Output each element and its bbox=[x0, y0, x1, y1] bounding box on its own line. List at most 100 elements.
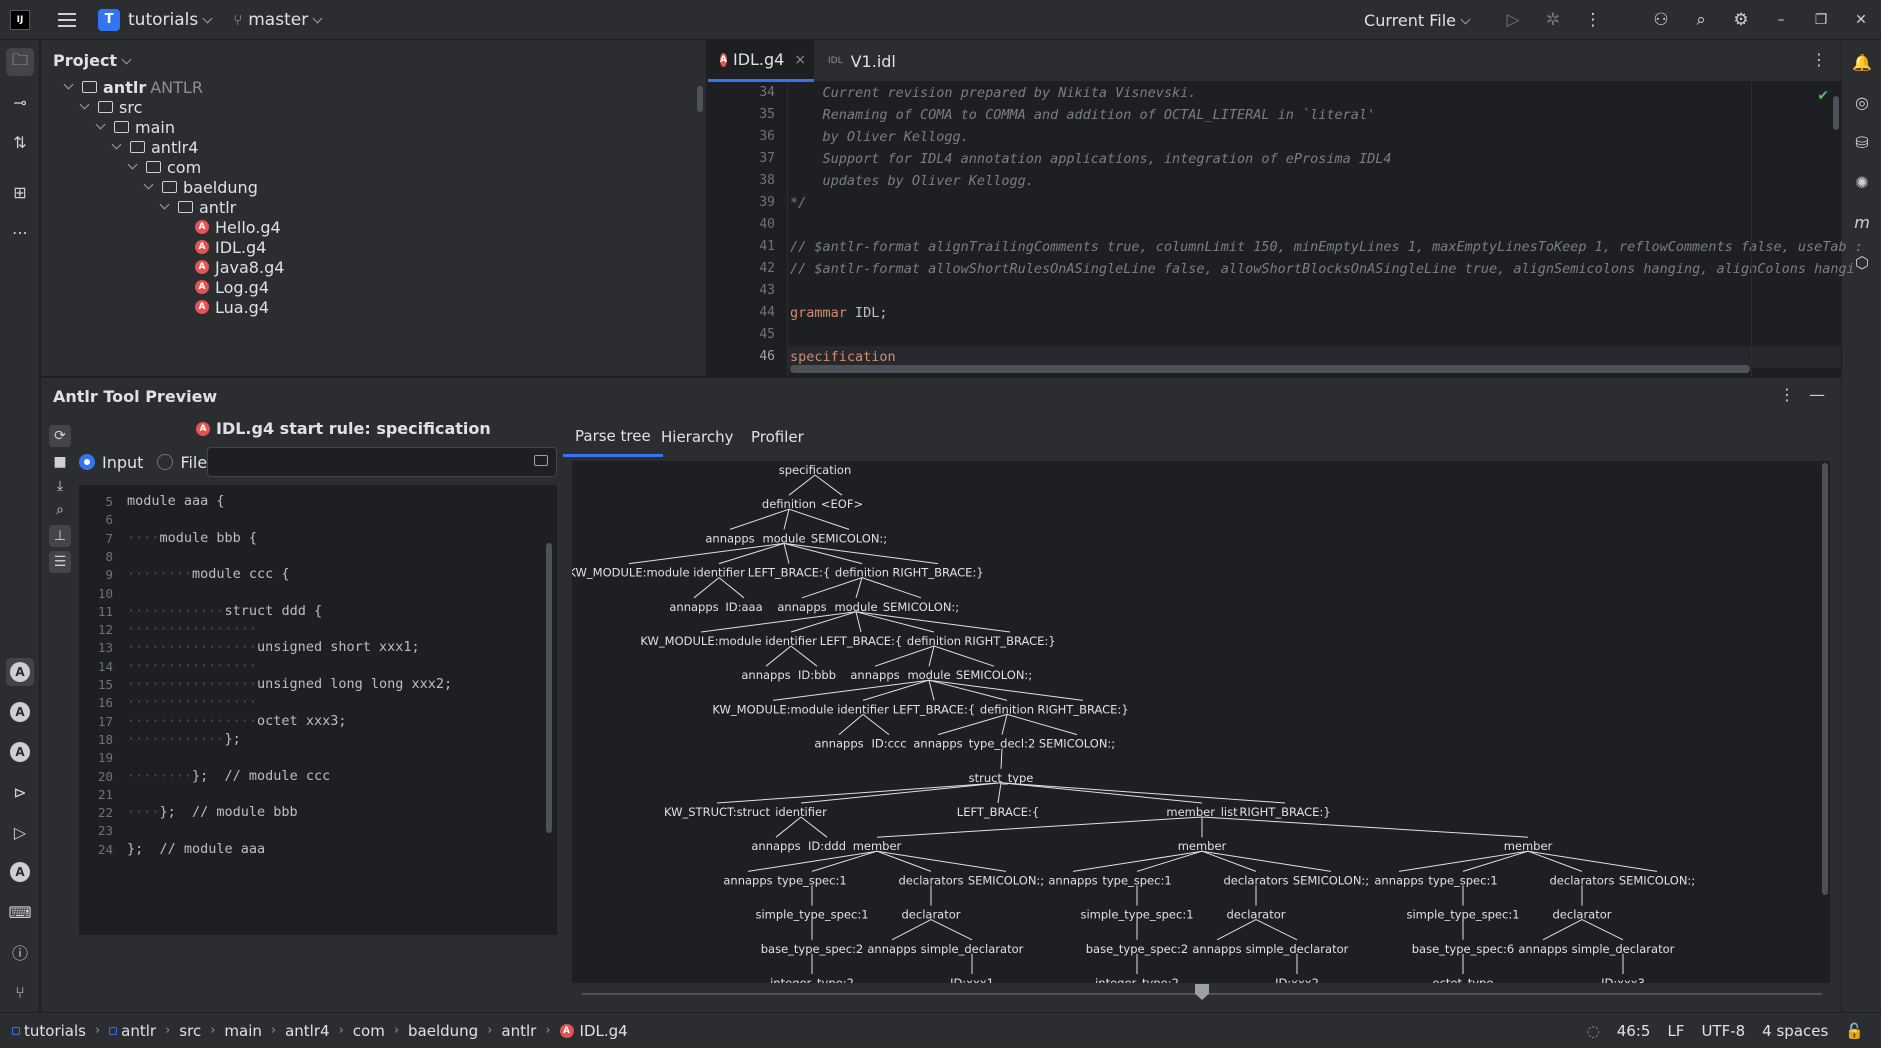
more-actions-icon[interactable]: ⋮ bbox=[1573, 10, 1613, 30]
caret-position[interactable]: 46:5 bbox=[1617, 1022, 1651, 1040]
tree-node[interactable]: RIGHT_BRACE:} bbox=[1037, 702, 1128, 716]
project-panel-title[interactable]: Project bbox=[53, 51, 132, 70]
antlr-preview-icon[interactable]: A bbox=[6, 658, 34, 686]
tree-node[interactable]: simple_type_spec:1 bbox=[755, 908, 868, 922]
editor-more-icon[interactable]: ⋮ bbox=[1811, 50, 1827, 69]
tree-node[interactable]: octet_type bbox=[1433, 976, 1494, 983]
tree-node[interactable]: identifier bbox=[765, 634, 817, 648]
tab-hierarchy[interactable]: Hierarchy bbox=[649, 417, 746, 457]
breadcrumb-item[interactable]: main bbox=[224, 1022, 261, 1040]
breadcrumb-item[interactable]: A IDL.g4 bbox=[559, 1022, 628, 1040]
chevron-down-icon[interactable] bbox=[143, 179, 154, 189]
tree-node[interactable]: KW_STRUCT:struct bbox=[664, 805, 770, 819]
tree-node[interactable]: ID:aaa bbox=[725, 600, 762, 614]
tree-node[interactable]: annapps bbox=[705, 531, 754, 545]
file-radio-label[interactable]: File bbox=[180, 453, 207, 472]
parse-tree-view[interactable]: specification definition <EOF> annapps modul… bbox=[572, 461, 1830, 983]
find-icon[interactable]: ⌕ bbox=[49, 499, 71, 521]
git-icon[interactable]: ⑂ bbox=[6, 978, 34, 1006]
tree-node[interactable]: base_type_spec:2 bbox=[1086, 942, 1188, 956]
inspection-ok-icon[interactable]: ✔ bbox=[1817, 88, 1829, 104]
breadcrumb-item[interactable]: baeldung bbox=[408, 1022, 478, 1040]
minimize-icon[interactable]: – bbox=[1761, 12, 1801, 28]
tree-node[interactable]: declarators bbox=[1224, 873, 1289, 887]
tree-node[interactable]: simple_declarator bbox=[921, 942, 1024, 956]
tree-node[interactable]: definition bbox=[980, 702, 1034, 716]
tree-node[interactable]: declarator bbox=[1227, 908, 1286, 922]
debug-icon[interactable]: ✲ bbox=[1533, 10, 1573, 30]
tree-node[interactable]: declarators bbox=[1550, 873, 1615, 887]
tree-node[interactable]: base_type_spec:2 bbox=[761, 942, 863, 956]
structure-tool-icon[interactable]: ⊞ bbox=[6, 178, 34, 206]
tree-node[interactable]: annapps bbox=[723, 873, 772, 887]
tree-node[interactable]: member bbox=[1504, 839, 1553, 853]
tree-node[interactable]: base_type_spec:6 bbox=[1412, 942, 1514, 956]
tab-idl-g4[interactable]: A IDL.g4 × bbox=[708, 40, 814, 82]
tree-node[interactable]: annapps bbox=[867, 942, 916, 956]
tree-node[interactable]: <EOF> bbox=[821, 497, 863, 511]
tree-node[interactable]: LEFT_BRACE:{ bbox=[957, 805, 1039, 819]
tree-node[interactable]: annapps bbox=[777, 600, 826, 614]
breadcrumb-item[interactable]: antlr bbox=[501, 1022, 536, 1040]
tab-parse-tree[interactable]: Parse tree bbox=[563, 417, 663, 457]
tree-node[interactable]: specification bbox=[779, 463, 852, 477]
tree-node[interactable]: annapps bbox=[751, 839, 800, 853]
more-tools-icon[interactable]: ⋯ bbox=[6, 218, 34, 246]
tree-node[interactable]: annapps bbox=[669, 600, 718, 614]
notifications-icon[interactable]: 🔔 bbox=[1848, 48, 1876, 76]
tree-node[interactable]: definition bbox=[907, 634, 961, 648]
tree-node[interactable]: simple_type_spec:1 bbox=[1080, 908, 1193, 922]
breadcrumb-item[interactable]: antlr bbox=[109, 1022, 156, 1040]
tree-node[interactable]: RIGHT_BRACE:} bbox=[892, 566, 983, 580]
run-config-selector[interactable]: Current File bbox=[1364, 11, 1471, 30]
branch-switcher[interactable]: master bbox=[248, 10, 323, 30]
tree-node[interactable]: type_spec:1 bbox=[1102, 873, 1171, 887]
browse-folder-icon[interactable] bbox=[534, 455, 548, 466]
file-path-input[interactable] bbox=[207, 447, 557, 477]
tree-node[interactable]: annapps bbox=[741, 668, 790, 682]
services-icon[interactable]: ⊳ bbox=[6, 778, 34, 806]
tree-node[interactable]: declarator bbox=[1553, 908, 1612, 922]
tree-node[interactable]: annapps bbox=[850, 668, 899, 682]
refresh-icon[interactable]: ⟳ bbox=[49, 425, 71, 447]
commit-tool-icon[interactable]: ⊸ bbox=[6, 88, 34, 116]
plugin-tool-icon[interactable]: ✺ bbox=[1848, 168, 1876, 196]
tree-node[interactable]: annapps bbox=[1048, 873, 1097, 887]
tree-node[interactable]: identifier bbox=[775, 805, 827, 819]
project-scrollbar[interactable] bbox=[697, 86, 703, 112]
database-icon[interactable]: ⛁ bbox=[1848, 128, 1876, 156]
hide-panel-icon[interactable]: — bbox=[1809, 385, 1825, 404]
tree-node[interactable]: annapps bbox=[1374, 873, 1423, 887]
breadcrumb-item[interactable]: tutorials bbox=[12, 1022, 86, 1040]
file-radio[interactable] bbox=[157, 454, 174, 470]
tree-node[interactable]: declarator bbox=[902, 908, 961, 922]
tree-node[interactable]: RIGHT_BRACE:} bbox=[964, 634, 1055, 648]
breadcrumb-item[interactable]: antlr4 bbox=[285, 1022, 329, 1040]
close-window-icon[interactable]: ✕ bbox=[1841, 12, 1881, 28]
project-switcher[interactable]: tutorials bbox=[128, 10, 213, 30]
tree-node[interactable]: ID:xxx2 bbox=[1275, 976, 1319, 983]
tree-node[interactable]: integer_type:2 bbox=[1095, 976, 1179, 983]
antlr-tool-icon[interactable]: A bbox=[6, 738, 34, 766]
input-radio-label[interactable]: Input bbox=[102, 453, 143, 472]
ai-assistant-icon[interactable]: ◎ bbox=[1848, 88, 1876, 116]
chevron-down-icon[interactable] bbox=[79, 99, 90, 109]
chevron-down-icon[interactable] bbox=[63, 79, 74, 89]
problems-icon[interactable]: ⓘ bbox=[6, 938, 34, 966]
export-icon[interactable]: ⤓ bbox=[49, 475, 71, 497]
tree-node[interactable]: type_spec:1 bbox=[777, 873, 846, 887]
background-tasks-icon[interactable]: ◌ bbox=[1587, 1022, 1600, 1040]
chevron-down-icon[interactable] bbox=[95, 119, 106, 129]
tree-node[interactable]: SEMICOLON:; bbox=[883, 600, 959, 614]
tree-node[interactable]: SEMICOLON:; bbox=[968, 873, 1044, 887]
project-tool-icon[interactable]: 🗀 bbox=[6, 48, 34, 76]
tab-v1-idl[interactable]: IDL V1.idl bbox=[816, 40, 908, 82]
tree-vertical-scrollbar[interactable] bbox=[1822, 463, 1828, 895]
run-icon[interactable]: ▷ bbox=[1493, 10, 1533, 30]
tree-node[interactable]: definition bbox=[762, 497, 816, 511]
tree-node[interactable]: RIGHT_BRACE:} bbox=[1239, 805, 1330, 819]
settings-icon[interactable]: ⚙ bbox=[1721, 10, 1761, 30]
tree-node[interactable]: ID:ccc bbox=[871, 737, 906, 751]
tree-node[interactable]: simple_declarator bbox=[1572, 942, 1675, 956]
antlr-tool-icon[interactable]: A bbox=[6, 698, 34, 726]
